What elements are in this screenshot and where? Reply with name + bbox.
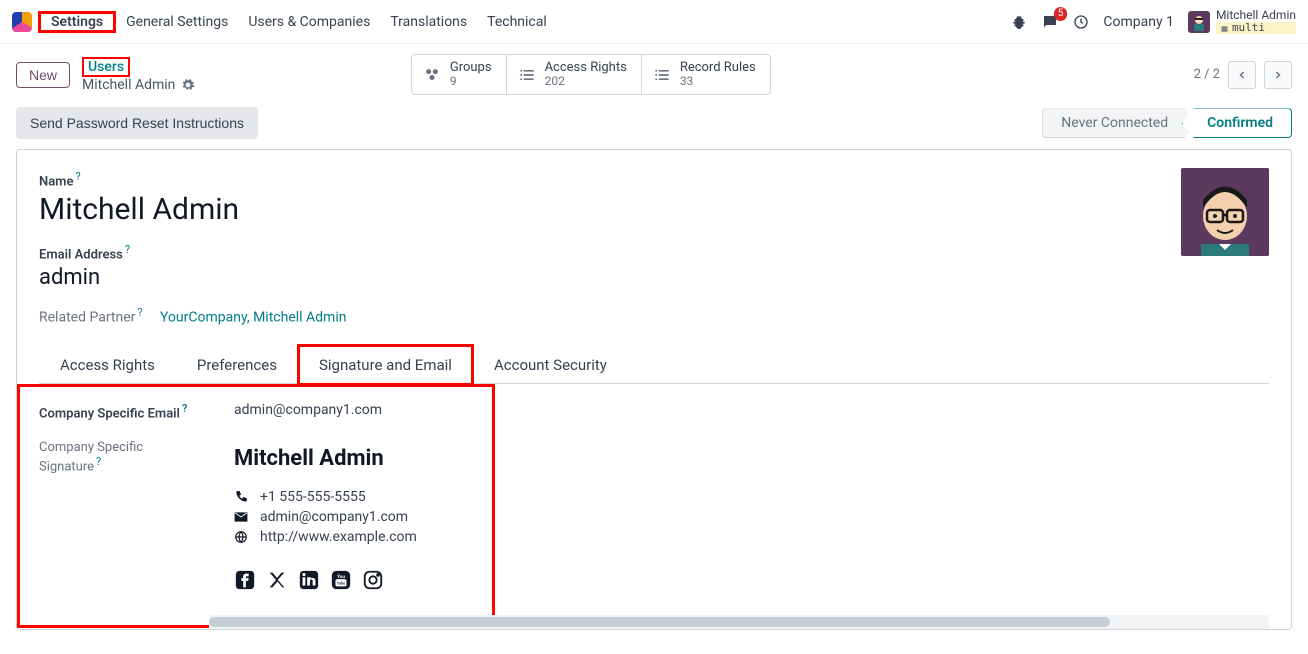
- signature-email-panel: Company Specific Email? Company Specific…: [39, 394, 1269, 611]
- clock-icon[interactable]: [1073, 14, 1089, 30]
- user-menu[interactable]: Mitchell Admin multi: [1188, 9, 1296, 34]
- partner-help-icon[interactable]: ?: [137, 306, 142, 319]
- globe-icon: [234, 530, 248, 544]
- nav-translations[interactable]: Translations: [380, 14, 477, 30]
- gear-icon[interactable]: [181, 78, 195, 92]
- nav-technical[interactable]: Technical: [477, 14, 557, 30]
- tab-signature-email[interactable]: Signature and Email: [298, 345, 473, 384]
- company-email-help-icon[interactable]: ?: [182, 402, 187, 415]
- company-switcher[interactable]: Company 1: [1103, 14, 1174, 30]
- partner-label: Related Partner: [39, 309, 135, 325]
- status-bar: Never Connected Confirmed: [1042, 108, 1292, 138]
- email-value[interactable]: admin: [39, 265, 1269, 290]
- partner-link[interactable]: YourCompany, Mitchell Admin: [160, 309, 347, 325]
- signature-email: admin@company1.com: [260, 509, 408, 525]
- statbox-groups[interactable]: Groups9: [411, 54, 507, 95]
- tab-access-rights[interactable]: Access Rights: [39, 345, 176, 384]
- nav-general-settings[interactable]: General Settings: [116, 14, 238, 30]
- company-signature-label: Company Specific Signature: [39, 440, 143, 474]
- statbox-record-rules[interactable]: Record Rules33: [642, 54, 771, 95]
- top-navbar: Settings General Settings Users & Compan…: [0, 0, 1308, 44]
- status-never-connected[interactable]: Never Connected: [1042, 108, 1196, 138]
- company-email-label: Company Specific Email: [39, 407, 180, 422]
- name-help-icon[interactable]: ?: [75, 170, 80, 183]
- nav-settings[interactable]: Settings: [38, 11, 116, 33]
- tab-account-security[interactable]: Account Security: [473, 345, 628, 384]
- pager-prev-button[interactable]: [1228, 61, 1256, 89]
- form-tabs: Access Rights Preferences Signature and …: [39, 345, 1269, 384]
- name-value[interactable]: Mitchell Admin: [39, 192, 1269, 227]
- new-button[interactable]: New: [16, 62, 70, 88]
- app-logo[interactable]: [12, 12, 32, 32]
- signature-name: Mitchell Admin: [234, 446, 417, 471]
- record-rules-icon: [652, 65, 672, 85]
- bug-icon[interactable]: [1011, 14, 1027, 30]
- breadcrumb: Users Mitchell Admin: [82, 57, 195, 93]
- company-signature-help-icon[interactable]: ?: [96, 455, 101, 468]
- pager: 2 / 2: [1194, 61, 1292, 89]
- send-password-reset-button[interactable]: Send Password Reset Instructions: [16, 107, 258, 139]
- signature-web: http://www.example.com: [260, 529, 417, 545]
- instagram-icon[interactable]: [362, 569, 384, 591]
- email-help-icon[interactable]: ?: [125, 243, 130, 256]
- phone-icon: [234, 490, 248, 504]
- nav-users-companies[interactable]: Users & Companies: [238, 14, 380, 30]
- messages-icon[interactable]: 5: [1041, 13, 1059, 31]
- user-avatar-small: [1188, 11, 1210, 33]
- access-rights-icon: [517, 65, 537, 85]
- email-label: Email Address: [39, 248, 123, 263]
- company-email-value[interactable]: admin@company1.com: [234, 402, 417, 418]
- messages-badge: 5: [1054, 7, 1068, 21]
- status-confirmed[interactable]: Confirmed: [1182, 108, 1292, 138]
- email-icon: [234, 510, 248, 524]
- breadcrumb-users[interactable]: Users: [82, 57, 130, 77]
- x-twitter-icon[interactable]: [266, 569, 288, 591]
- form-sheet: Name? Mitchell Admin Email Address? admi…: [16, 149, 1292, 630]
- breadcrumb-current: Mitchell Admin: [82, 77, 175, 93]
- form-content: Send Password Reset Instructions Never C…: [0, 95, 1308, 630]
- horizontal-scrollbar[interactable]: [209, 615, 1269, 629]
- stat-boxes: Groups9 Access Rights202 Record Rules33: [411, 54, 771, 95]
- name-label: Name: [39, 175, 73, 190]
- statbox-access-rights[interactable]: Access Rights202: [507, 54, 642, 95]
- svg-text:Tube: Tube: [337, 582, 345, 586]
- pager-text[interactable]: 2 / 2: [1194, 67, 1220, 82]
- facebook-icon[interactable]: [234, 569, 256, 591]
- groups-icon: [422, 65, 442, 85]
- tab-preferences[interactable]: Preferences: [176, 345, 298, 384]
- user-avatar-large[interactable]: [1181, 168, 1269, 256]
- youtube-icon[interactable]: YouTube: [330, 569, 352, 591]
- signature-phone: +1 555-555-5555: [260, 489, 366, 505]
- pager-next-button[interactable]: [1264, 61, 1292, 89]
- control-bar: New Users Mitchell Admin Groups9 Access …: [0, 44, 1308, 95]
- multi-tag: multi: [1216, 22, 1296, 34]
- linkedin-icon[interactable]: [298, 569, 320, 591]
